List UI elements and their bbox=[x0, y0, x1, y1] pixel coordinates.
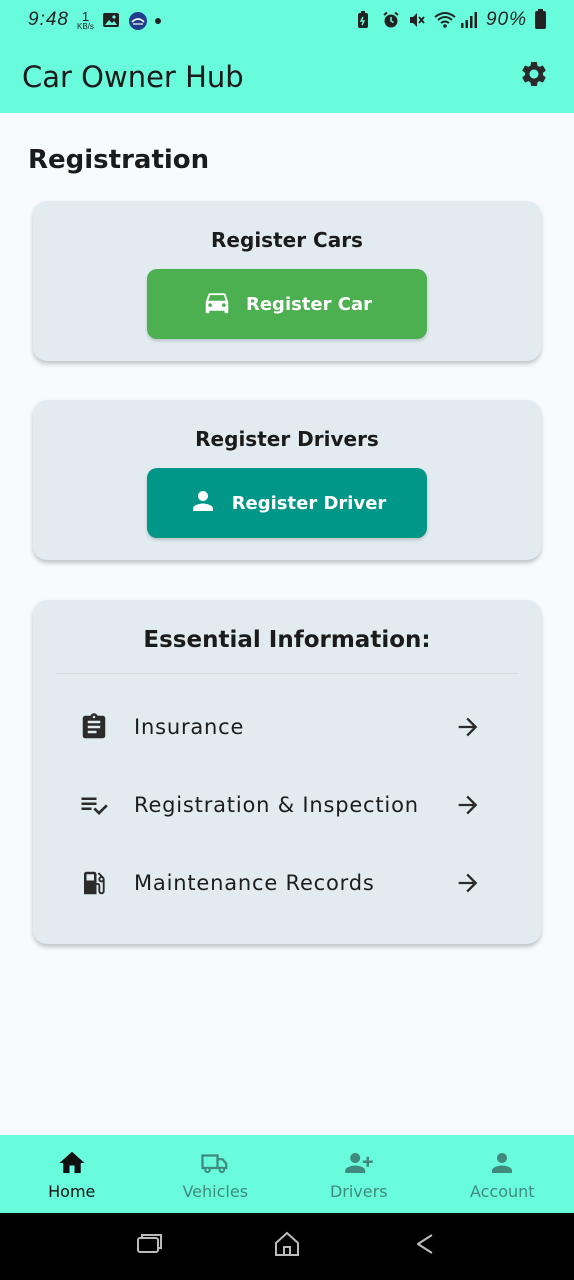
register-drivers-card: Register Drivers Register Driver bbox=[33, 400, 541, 560]
checklist-icon bbox=[79, 790, 109, 820]
app-title: Car Owner Hub bbox=[22, 59, 244, 94]
back-button[interactable] bbox=[409, 1231, 441, 1263]
register-cars-card: Register Cars Register Car bbox=[33, 201, 541, 361]
nav-account[interactable]: Account bbox=[431, 1135, 574, 1213]
bottom-navigation: Home Vehicles Drivers Account bbox=[0, 1135, 574, 1213]
maintenance-records-item[interactable]: Maintenance Records bbox=[79, 853, 483, 913]
clipboard-icon bbox=[79, 712, 109, 742]
status-bar: 9:48 1 KB/s ● 90% bbox=[0, 0, 574, 40]
arrow-right-icon bbox=[453, 868, 483, 898]
gear-icon bbox=[519, 59, 549, 94]
nav-drivers[interactable]: Drivers bbox=[287, 1135, 431, 1213]
arrow-right-icon bbox=[453, 790, 483, 820]
battery-icon bbox=[535, 9, 546, 29]
home-system-button[interactable] bbox=[271, 1231, 303, 1263]
register-car-label: Register Car bbox=[245, 293, 373, 315]
home-outline-icon bbox=[272, 1229, 302, 1264]
signal-icon bbox=[460, 11, 478, 29]
status-time: 9:48 bbox=[28, 9, 69, 30]
page-title: Registration bbox=[28, 145, 210, 175]
truck-icon bbox=[200, 1148, 230, 1178]
register-car-button[interactable]: Register Car bbox=[147, 269, 427, 339]
registration-inspection-label: Registration & Inspection bbox=[134, 793, 419, 817]
nav-vehicles[interactable]: Vehicles bbox=[144, 1135, 288, 1213]
mute-icon bbox=[408, 11, 426, 29]
app-notification-icon bbox=[128, 11, 147, 30]
settings-button[interactable] bbox=[516, 59, 552, 95]
gallery-icon bbox=[102, 11, 120, 29]
battery-saver-icon bbox=[356, 11, 374, 29]
network-speed-unit: KB/s bbox=[76, 21, 94, 31]
notification-dot-icon: ● bbox=[153, 12, 163, 28]
registration-inspection-item[interactable]: Registration & Inspection bbox=[79, 775, 483, 835]
register-drivers-heading: Register Drivers bbox=[195, 427, 379, 451]
status-left: 9:48 1 KB/s ● bbox=[28, 9, 162, 31]
arrow-right-icon bbox=[453, 712, 483, 742]
register-cars-heading: Register Cars bbox=[211, 228, 363, 252]
recent-apps-button[interactable] bbox=[133, 1231, 165, 1263]
insurance-label: Insurance bbox=[134, 715, 245, 739]
recent-apps-icon bbox=[134, 1229, 164, 1264]
person-icon bbox=[188, 486, 218, 521]
nav-vehicles-label: Vehicles bbox=[182, 1181, 249, 1201]
insurance-item[interactable]: Insurance bbox=[79, 697, 483, 757]
network-speed: 1 KB/s bbox=[77, 10, 94, 31]
back-icon bbox=[410, 1229, 440, 1264]
wifi-icon bbox=[434, 11, 456, 29]
battery-percent: 90% bbox=[485, 9, 527, 30]
essential-information-card: Essential Information: Insurance Registr… bbox=[33, 600, 541, 944]
nav-drivers-label: Drivers bbox=[329, 1181, 388, 1201]
divider bbox=[56, 673, 518, 674]
nav-home-label: Home bbox=[48, 1181, 96, 1201]
home-icon bbox=[57, 1148, 87, 1178]
fuel-pump-icon bbox=[79, 868, 109, 898]
nav-account-label: Account bbox=[469, 1181, 535, 1201]
register-driver-label: Register Driver bbox=[231, 492, 387, 514]
system-navigation-bar bbox=[0, 1213, 574, 1280]
car-icon bbox=[202, 287, 232, 322]
add-person-icon bbox=[344, 1148, 374, 1178]
network-speed-value: 1 bbox=[81, 8, 90, 24]
essential-information-heading: Essential Information: bbox=[143, 627, 431, 653]
maintenance-records-label: Maintenance Records bbox=[134, 871, 375, 895]
app-bar: Car Owner Hub bbox=[0, 40, 574, 113]
person-icon bbox=[487, 1148, 517, 1178]
status-right: 90% bbox=[356, 9, 546, 31]
alarm-icon bbox=[382, 11, 400, 29]
nav-home[interactable]: Home bbox=[0, 1135, 144, 1213]
register-driver-button[interactable]: Register Driver bbox=[147, 468, 427, 538]
